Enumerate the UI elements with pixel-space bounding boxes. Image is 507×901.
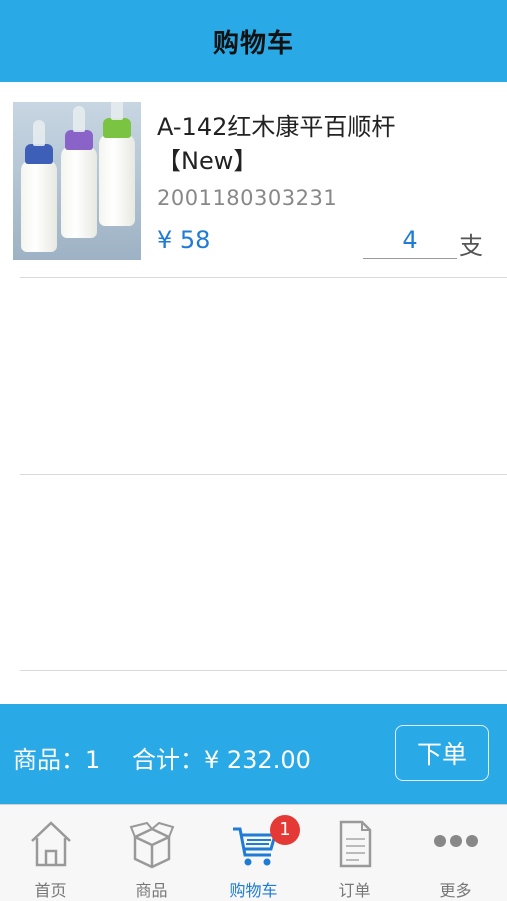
cart-list: A-142红木康平百顺杆【New】 2001180303231 ¥ 58 支: [0, 82, 507, 704]
tab-cart[interactable]: 1 购物车: [203, 805, 304, 901]
tab-products[interactable]: 商品: [101, 805, 202, 901]
tab-bar: 首页 商品 1 购物车 订单 更多: [0, 804, 507, 901]
document-icon: [339, 820, 371, 868]
place-order-button[interactable]: 下单: [395, 725, 489, 781]
row-divider: [20, 474, 507, 475]
row-divider: [20, 670, 507, 671]
quantity-unit: 支: [459, 232, 483, 260]
tab-label: 订单: [338, 881, 371, 900]
product-code: 2001180303231: [157, 186, 338, 210]
tab-orders[interactable]: 订单: [304, 805, 405, 901]
header-bar: 购物车: [0, 0, 507, 82]
tab-home[interactable]: 首页: [0, 805, 101, 901]
product-image: [13, 102, 141, 260]
tab-label: 商品: [135, 881, 168, 900]
row-divider: [20, 277, 507, 278]
item-count: 商品：1: [13, 746, 101, 774]
more-icon: [433, 835, 478, 847]
tab-label: 购物车: [229, 881, 278, 900]
tab-more[interactable]: 更多: [405, 805, 506, 901]
home-icon: [30, 821, 71, 867]
checkout-bar: 商品：1 合计：¥ 232.00 下单: [0, 704, 507, 804]
cart-item[interactable]: A-142红木康平百顺杆【New】 2001180303231 ¥ 58 支: [0, 82, 507, 278]
cart-badge: 1: [270, 815, 300, 845]
box-icon: [129, 821, 174, 869]
quantity-input[interactable]: [363, 222, 457, 259]
product-name: A-142红木康平百顺杆【New】: [157, 113, 396, 175]
tab-label: 更多: [439, 881, 472, 900]
page-title: 购物车: [212, 28, 294, 59]
tab-label: 首页: [34, 881, 67, 900]
total-amount: 合计：¥ 232.00: [132, 746, 311, 774]
product-price: ¥ 58: [157, 226, 211, 254]
